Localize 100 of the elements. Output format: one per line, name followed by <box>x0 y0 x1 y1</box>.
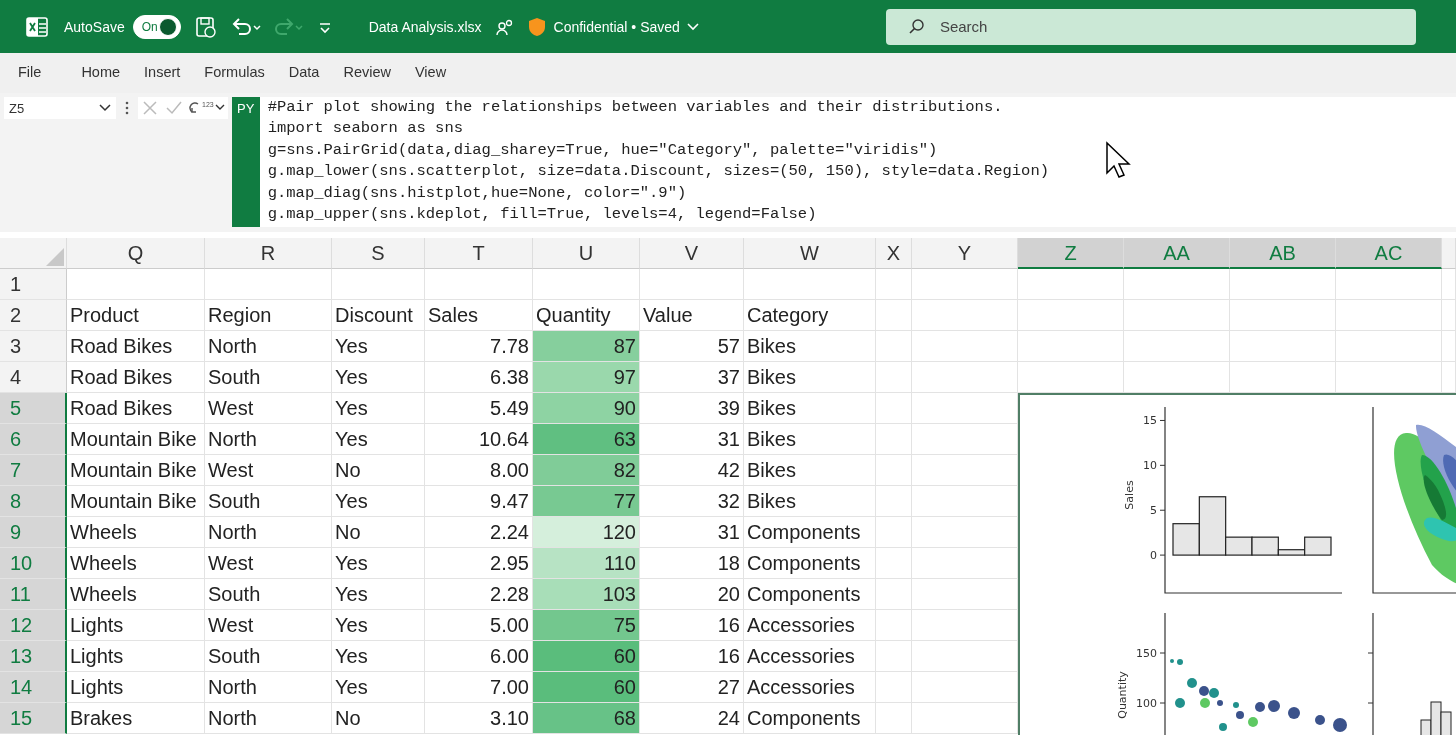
table-cell[interactable]: Accessories <box>744 641 876 672</box>
table-cell[interactable]: Bikes <box>744 362 876 393</box>
mouse-pointer-icon[interactable] <box>1104 141 1134 181</box>
table-cell[interactable]: 60 <box>533 641 640 672</box>
table-cell[interactable]: West <box>205 548 332 579</box>
table-cell[interactable]: South <box>205 362 332 393</box>
table-cell[interactable]: Road Bikes <box>67 362 205 393</box>
row-header[interactable]: 1 <box>0 269 67 300</box>
table-cell[interactable]: Wheels <box>67 517 205 548</box>
table-cell[interactable]: West <box>205 393 332 424</box>
refresh-icon[interactable] <box>189 101 201 115</box>
table-cell[interactable]: 16 <box>640 610 744 641</box>
menu-tab[interactable]: File <box>8 60 52 86</box>
row-header[interactable]: 3 <box>0 331 67 362</box>
name-box[interactable]: Z5 <box>4 97 116 119</box>
row-header[interactable]: 8 <box>0 486 67 517</box>
row-header[interactable]: 12 <box>0 610 67 641</box>
table-cell[interactable]: 42 <box>640 455 744 486</box>
table-cell[interactable]: 75 <box>533 610 640 641</box>
column-header[interactable] <box>1442 238 1456 269</box>
table-cell[interactable]: 57 <box>640 331 744 362</box>
table-cell[interactable]: 120 <box>533 517 640 548</box>
table-cell[interactable]: 18 <box>640 548 744 579</box>
column-header[interactable]: V <box>640 238 744 269</box>
search-field[interactable]: Search <box>885 8 1416 45</box>
row-header[interactable]: 10 <box>0 548 67 579</box>
table-cell[interactable]: Mountain Bike <box>67 486 205 517</box>
table-cell[interactable]: Mountain Bike <box>67 455 205 486</box>
menu-tab[interactable]: Home <box>71 60 131 86</box>
search-icon[interactable] <box>907 17 926 36</box>
column-header[interactable]: W <box>744 238 876 269</box>
table-cell[interactable]: Accessories <box>744 672 876 703</box>
menu-tab[interactable]: View <box>404 60 457 86</box>
table-cell[interactable]: 68 <box>533 703 640 734</box>
table-cell[interactable]: Yes <box>332 486 425 517</box>
row-header[interactable]: 11 <box>0 579 67 610</box>
table-cell[interactable]: Yes <box>332 610 425 641</box>
column-header[interactable]: X <box>876 238 912 269</box>
table-cell[interactable]: North <box>205 424 332 455</box>
table-cell[interactable]: 20 <box>640 579 744 610</box>
caret-icon[interactable] <box>214 104 225 112</box>
table-cell[interactable]: Lights <box>67 672 205 703</box>
row-header[interactable]: 2 <box>0 300 67 331</box>
autosave-toggle[interactable]: On <box>132 14 181 39</box>
table-cell[interactable]: Components <box>744 548 876 579</box>
row-header[interactable]: 13 <box>0 641 67 672</box>
table-cell[interactable]: 63 <box>533 424 640 455</box>
table-cell[interactable]: Components <box>744 579 876 610</box>
table-cell[interactable]: Yes <box>332 579 425 610</box>
table-cell[interactable]: 82 <box>533 455 640 486</box>
table-cell[interactable]: Yes <box>332 393 425 424</box>
table-cell[interactable]: Product <box>67 300 205 331</box>
table-cell[interactable]: Discount <box>332 300 425 331</box>
table-cell[interactable]: Road Bikes <box>67 331 205 362</box>
table-cell[interactable]: Bikes <box>744 455 876 486</box>
column-header[interactable]: U <box>533 238 640 269</box>
table-cell[interactable]: Yes <box>332 331 425 362</box>
table-cell[interactable]: 31 <box>640 424 744 455</box>
table-cell[interactable]: 27 <box>640 672 744 703</box>
table-cell[interactable]: Mountain Bike <box>67 424 205 455</box>
table-cell[interactable]: Components <box>744 517 876 548</box>
menu-tab[interactable]: Insert <box>134 60 191 86</box>
table-cell[interactable]: North <box>205 703 332 734</box>
row-header[interactable]: 5 <box>0 393 67 424</box>
row-header[interactable]: 6 <box>0 424 67 455</box>
column-header[interactable]: S <box>332 238 425 269</box>
table-cell[interactable]: Brakes <box>67 703 205 734</box>
menu-tab[interactable]: Formulas <box>194 60 275 86</box>
table-cell[interactable]: South <box>205 486 332 517</box>
column-header[interactable]: T <box>425 238 533 269</box>
table-cell[interactable]: No <box>332 517 425 548</box>
cancel-icon[interactable] <box>141 99 159 117</box>
column-header[interactable]: Y <box>912 238 1018 269</box>
table-cell[interactable]: Value <box>640 300 744 331</box>
table-cell[interactable]: Yes <box>332 548 425 579</box>
table-cell[interactable]: Accessories <box>744 610 876 641</box>
table-cell[interactable]: Bikes <box>744 486 876 517</box>
table-cell[interactable]: No <box>332 455 425 486</box>
table-cell[interactable]: 103 <box>533 579 640 610</box>
column-header[interactable]: Q <box>67 238 205 269</box>
table-cell[interactable]: Lights <box>67 610 205 641</box>
table-cell[interactable]: Components <box>744 703 876 734</box>
table-cell[interactable]: North <box>205 331 332 362</box>
table-cell[interactable]: South <box>205 641 332 672</box>
spreadsheet-logo-icon[interactable] <box>26 15 48 38</box>
table-cell[interactable]: West <box>205 610 332 641</box>
row-header[interactable]: 7 <box>0 455 67 486</box>
table-cell[interactable]: 60 <box>533 672 640 703</box>
caret-icon[interactable] <box>99 104 111 112</box>
table-cell[interactable]: Region <box>205 300 332 331</box>
table-cell[interactable]: West <box>205 455 332 486</box>
menu-tab[interactable]: Data <box>278 60 330 86</box>
table-cell[interactable]: 31 <box>640 517 744 548</box>
document-status-button[interactable]: Confidential • Saved <box>549 16 704 37</box>
shield-icon[interactable] <box>527 16 546 37</box>
undo-icon[interactable] <box>230 15 263 38</box>
code-editor[interactable] <box>259 97 1456 227</box>
table-cell[interactable]: 39 <box>640 393 744 424</box>
table-cell[interactable]: Yes <box>332 672 425 703</box>
table-cell[interactable]: No <box>332 703 425 734</box>
